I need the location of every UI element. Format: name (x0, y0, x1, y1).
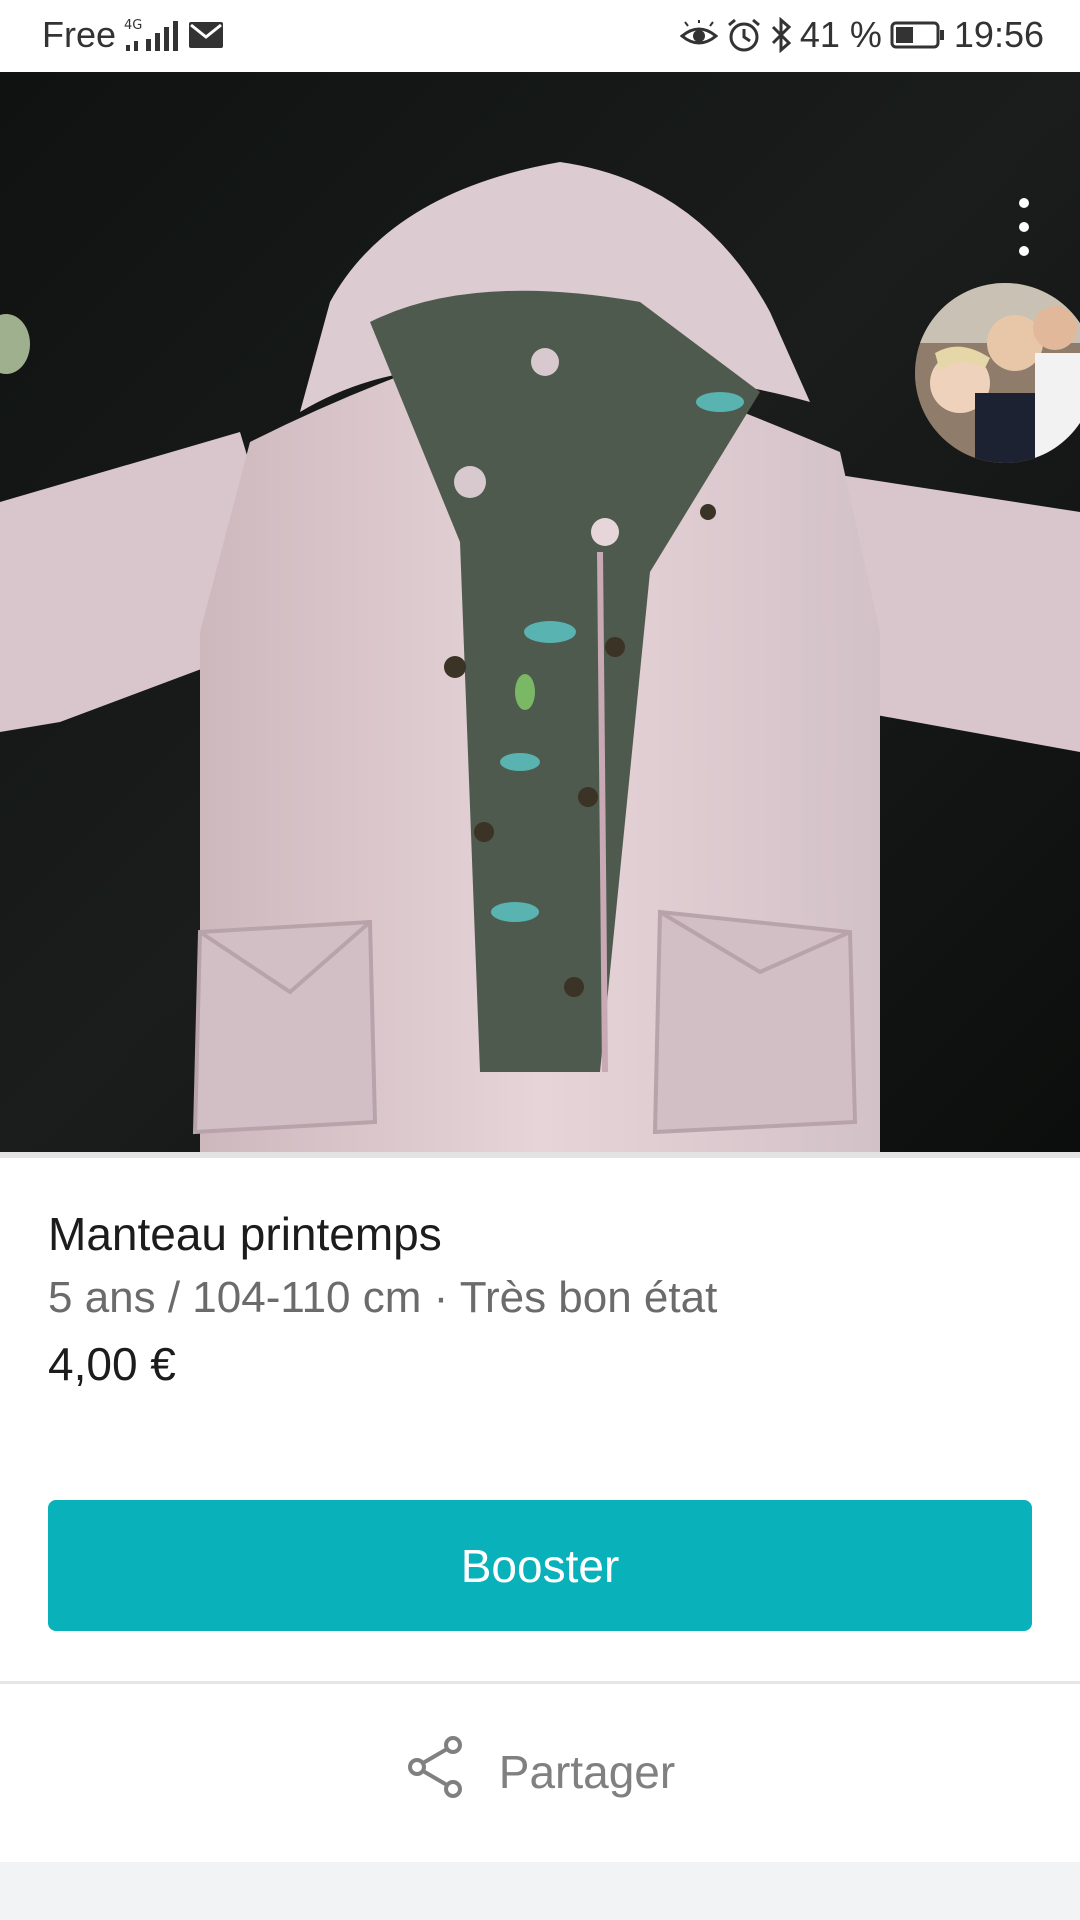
product-photo[interactable] (0, 72, 1080, 1152)
listing-info: Manteau printemps 5 ans / 104-110 cm · T… (48, 1204, 1038, 1394)
more-dot (1019, 246, 1029, 256)
listing-price: 4,00 € (48, 1338, 176, 1390)
status-bar: Free 4G 41 % 19:56 (0, 0, 1080, 72)
eye-icon (679, 20, 718, 50)
booster-button[interactable]: Booster (48, 1500, 1032, 1631)
clock: 19:56 (953, 14, 1044, 55)
mail-icon (188, 21, 224, 49)
share-button[interactable]: Partager (0, 1684, 1080, 1860)
signal-icon: 4G (124, 15, 180, 55)
network-type-label: 4G (124, 18, 142, 33)
more-options-button[interactable] (1004, 182, 1044, 272)
photo-divider (0, 1152, 1080, 1158)
listing-details: 5 ans / 104-110 cm · Très bon état (48, 1273, 718, 1322)
bottom-strip (0, 1862, 1080, 1920)
more-dot (1019, 222, 1029, 232)
share-icon (405, 1735, 469, 1810)
carrier-label: Free (42, 14, 117, 55)
status-right: 41 % 19:56 (679, 14, 1044, 56)
bluetooth-icon (770, 17, 792, 53)
alarm-icon (726, 17, 762, 53)
more-dot (1019, 198, 1029, 208)
battery-icon (890, 20, 946, 50)
battery-percent: 41 % (799, 14, 882, 55)
listing-title: Manteau printemps (48, 1208, 442, 1260)
status-left: Free 4G (42, 14, 224, 56)
avatar-image (915, 283, 1080, 463)
seller-avatar[interactable] (915, 283, 1080, 463)
jacket-image (0, 72, 1080, 1152)
share-label: Partager (498, 1746, 676, 1798)
